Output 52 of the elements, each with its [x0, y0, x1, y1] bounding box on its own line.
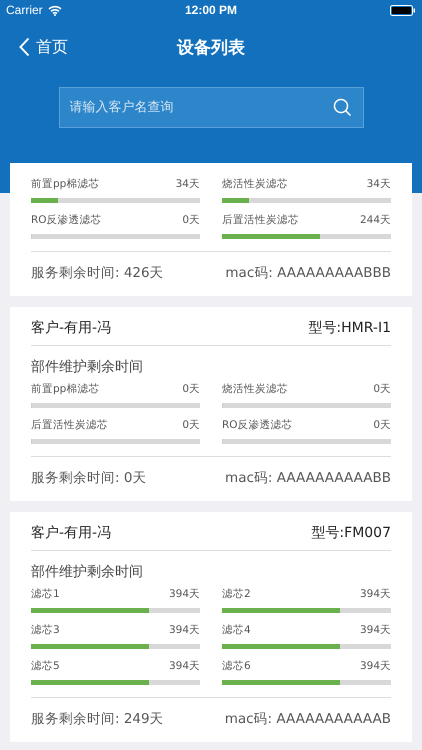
filter-name: 烧活性炭滤芯 [222, 177, 288, 191]
filter-name: 后置活性炭滤芯 [222, 213, 299, 227]
filter-days: 0天 [182, 382, 200, 396]
back-button[interactable]: 首页 [0, 36, 68, 58]
filter-name: 后置活性炭滤芯 [31, 418, 108, 432]
battery-icon [390, 4, 416, 16]
chevron-left-icon [19, 37, 30, 57]
page-title: 设备列表 [176, 36, 246, 58]
search-field[interactable]: 请输入客户名查询 [58, 87, 364, 128]
section-title: 部件维护剩余时间 [31, 358, 144, 376]
device-card[interactable]: 客户-有用-冯 型号:HMR-I1 部件维护剩余时间 前置pp棉滤芯 0天 烧活性炭滤芯 0天 后置活性炭滤芯 0天 RO反渗透滤芯 0天 服务剩余时间: 0天 mac码: AAAAAAAAAABB [10, 307, 412, 501]
filter-days: 34天 [366, 177, 391, 191]
filter-name: 烧活性炭滤芯 [222, 382, 288, 396]
filter-name: 滤芯2 [222, 587, 251, 601]
filter-days: 0天 [182, 213, 200, 227]
filter-days: 394天 [168, 587, 200, 601]
mac-code: mac码: AAAAAAAAAABB [225, 469, 391, 487]
model-label: 型号:FM007 [311, 524, 391, 542]
filter-name: 滤芯1 [31, 587, 60, 601]
customer-name: 客户-有用-冯 [31, 319, 112, 337]
filter-days: 394天 [360, 659, 391, 673]
status-time: 12:00 PM [184, 3, 238, 17]
filter-name: 前置pp棉滤芯 [31, 177, 100, 191]
filter-days: 0天 [373, 382, 391, 396]
filter-name: 滤芯3 [31, 623, 60, 637]
customer-name: 客户-有用-冯 [31, 524, 112, 542]
filter-name: RO反渗透滤芯 [222, 418, 293, 432]
filter-days: 394天 [168, 623, 200, 637]
service-time: 服务剩余时间: 0天 [31, 469, 146, 487]
filter-name: RO反渗透滤芯 [31, 213, 102, 227]
filter-name: 滤芯6 [222, 659, 251, 673]
model-label: 型号:HMR-I1 [308, 319, 391, 337]
filter-days: 0天 [182, 418, 200, 432]
filter-days: 244天 [360, 213, 391, 227]
section-title: 部件维护剩余时间 [31, 563, 144, 581]
filter-days: 34天 [176, 177, 200, 191]
filter-days: 394天 [360, 623, 391, 637]
filter-days: 394天 [360, 587, 391, 601]
wifi-icon [48, 4, 62, 16]
device-card[interactable]: 客户-有用-冯 型号:FM007 部件维护剩余时间 滤芯1 394天 滤芯2 394天 滤芯3 394天 滤芯4 394天 滤芯5 394天 滤芯6 394天 服务剩余时间: 249天 mac码: AAAAAAAAAAAB [10, 512, 412, 742]
service-time: 服务剩余时间: 249天 [31, 710, 164, 728]
service-time: 服务剩余时间: 426天 [31, 264, 164, 282]
device-card[interactable]: 前置pp棉滤芯 34天 烧活性炭滤芯 34天 RO反渗透滤芯 0天 后置活性炭滤芯 244天 服务剩余时间: 426天 mac码: AAAAAAAAABBB [10, 163, 412, 296]
carrier-label: Carrier [6, 3, 43, 17]
filter-days: 0天 [373, 418, 391, 432]
mac-code: mac码: AAAAAAAAAAAB [224, 710, 391, 728]
filter-name: 前置pp棉滤芯 [31, 382, 100, 396]
filter-name: 滤芯5 [31, 659, 60, 673]
search-icon [332, 98, 352, 117]
filter-name: 滤芯4 [222, 623, 251, 637]
mac-code: mac码: AAAAAAAAABBB [225, 264, 391, 282]
filter-days: 394天 [168, 659, 200, 673]
